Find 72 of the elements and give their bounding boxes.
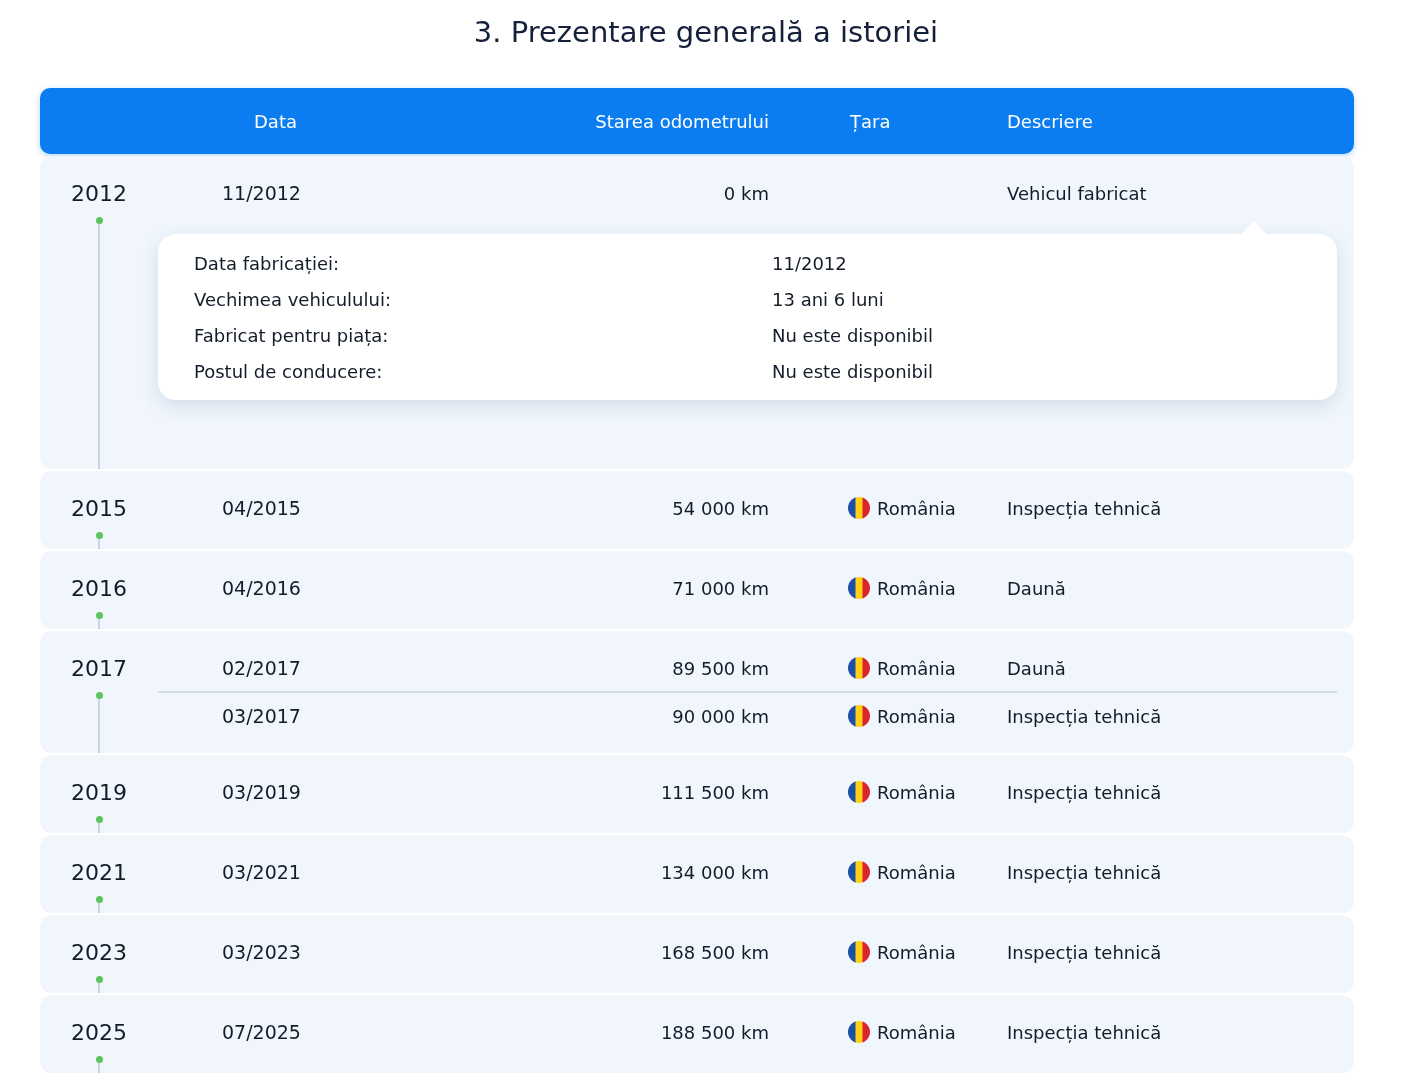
description-cell-text: Inspecția tehnică bbox=[1007, 497, 1163, 519]
year-label: 2021 bbox=[71, 859, 127, 887]
year-label: 2016 bbox=[71, 575, 127, 603]
timeline-dot bbox=[95, 1056, 103, 1063]
country-cell: România bbox=[877, 861, 956, 883]
odometer-cell-text: 54 000 km bbox=[671, 497, 769, 519]
detail-value: 11/2012 bbox=[772, 252, 848, 276]
flag-icon bbox=[848, 497, 870, 519]
country-cell: România bbox=[877, 705, 956, 727]
flag-icon bbox=[848, 1021, 870, 1043]
timeline-dot bbox=[95, 816, 103, 823]
timeline-dot bbox=[95, 532, 103, 539]
flag-icon bbox=[848, 781, 870, 803]
country-cell: România bbox=[877, 497, 956, 519]
flag-icon bbox=[848, 941, 870, 963]
date-cell-text: 07/2025 bbox=[222, 1021, 302, 1043]
date-cell-text: 03/2021 bbox=[222, 861, 302, 883]
odometer-cell-text: 111 500 km bbox=[659, 781, 769, 803]
timeline-dot bbox=[95, 612, 103, 619]
date-cell-text: 04/2016 bbox=[222, 577, 302, 599]
year-label: 2017 bbox=[71, 655, 127, 683]
detail-label: Postul de conducere: bbox=[194, 360, 384, 384]
flag-icon bbox=[848, 657, 870, 679]
description-cell-text: Inspecția tehnică bbox=[1007, 861, 1163, 883]
flag-icon bbox=[848, 861, 870, 883]
odometer-cell-text: 0 km bbox=[722, 182, 769, 204]
description-cell-text: Inspecția tehnică bbox=[1007, 941, 1163, 963]
detail-value: 13 ani 6 luni bbox=[772, 288, 885, 312]
column-header: Descriere bbox=[1007, 110, 1094, 132]
description-cell-text: Inspecția tehnică bbox=[1007, 705, 1163, 727]
year-label: 2023 bbox=[71, 939, 127, 967]
odometer-cell-text: 90 000 km bbox=[671, 705, 769, 727]
country-cell: România bbox=[877, 657, 956, 679]
date-cell-text: 04/2015 bbox=[222, 497, 302, 519]
date-cell-text: 02/2017 bbox=[222, 657, 302, 679]
date-cell-text: 03/2019 bbox=[222, 781, 302, 803]
description-cell-text: Inspecția tehnică bbox=[1007, 1021, 1163, 1043]
flag-icon bbox=[848, 577, 870, 599]
odometer-cell-text: 188 500 km bbox=[659, 1021, 769, 1043]
timeline-dot bbox=[95, 692, 103, 699]
description-cell-text: Daună bbox=[1007, 657, 1067, 679]
date-cell-text: 03/2023 bbox=[222, 941, 302, 963]
country-cell: România bbox=[877, 1021, 956, 1043]
year-label: 2012 bbox=[71, 180, 127, 208]
detail-label: Vechimea vehiculului: bbox=[194, 288, 392, 312]
odometer-cell-text: 168 500 km bbox=[659, 941, 769, 963]
year-label: 2015 bbox=[71, 495, 127, 523]
odometer-cell-text: 89 500 km bbox=[671, 657, 769, 679]
country-cell: România bbox=[877, 941, 956, 963]
date-cell-text: 11/2012 bbox=[222, 182, 302, 204]
column-header: Data bbox=[253, 110, 298, 132]
description-cell-text: Daună bbox=[1007, 577, 1067, 599]
timeline-dot bbox=[95, 896, 103, 903]
timeline-dot bbox=[95, 217, 103, 224]
odometer-cell-text: 134 000 km bbox=[659, 861, 769, 883]
detail-value: Nu este disponibil bbox=[772, 324, 934, 348]
date-cell-text: 03/2017 bbox=[222, 705, 302, 727]
country-cell: România bbox=[877, 577, 956, 599]
country-cell: România bbox=[877, 781, 956, 803]
odometer-cell-text: 71 000 km bbox=[671, 577, 769, 599]
detail-label: Data fabricației: bbox=[194, 252, 341, 276]
timeline-dot bbox=[95, 976, 103, 983]
description-cell-text: Inspecția tehnică bbox=[1007, 781, 1163, 803]
year-label: 2025 bbox=[71, 1019, 127, 1047]
flag-icon bbox=[848, 705, 870, 727]
description-cell-text: Vehicul fabricat bbox=[1007, 182, 1148, 204]
column-header: Starea odometrului bbox=[594, 110, 769, 132]
year-label: 2019 bbox=[71, 779, 127, 807]
column-header: Țara bbox=[849, 110, 892, 132]
section-title: 3. Prezentare generală a istoriei bbox=[472, 14, 940, 51]
detail-value: Nu este disponibil bbox=[772, 360, 934, 384]
detail-label: Fabricat pentru piața: bbox=[194, 324, 390, 348]
